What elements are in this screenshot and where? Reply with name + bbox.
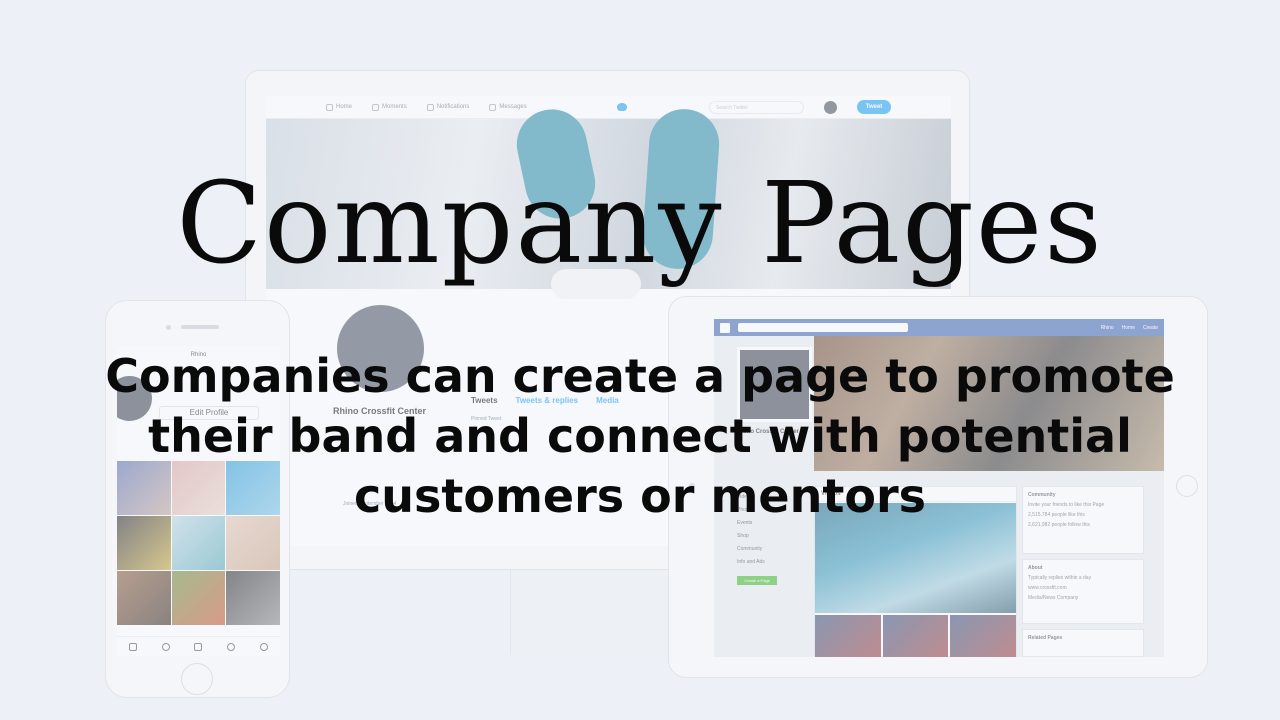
video-thumbnail <box>950 615 1017 657</box>
heart-icon <box>227 642 236 651</box>
nav-moments-label: Moments <box>382 104 407 110</box>
home-icon <box>326 103 333 111</box>
fb-nav-create: Create <box>1142 324 1158 331</box>
envelope-icon <box>489 103 497 111</box>
search-icon <box>161 642 170 651</box>
profile-icon <box>259 642 268 651</box>
fb-nav-home: Home <box>1121 324 1135 331</box>
twitter-search-box: Search Twitter <box>709 100 804 114</box>
create-page-button: Create a Page <box>737 576 777 585</box>
photo-tile <box>171 571 226 625</box>
plus-icon <box>194 642 203 651</box>
video-thumbnails <box>815 615 1017 657</box>
nav-notifications-label: Notifications <box>436 104 470 110</box>
fb-side-link: Shop <box>737 533 749 539</box>
about-line: www.crossfit.com <box>1028 585 1067 591</box>
video-thumbnail <box>882 615 949 657</box>
about-card: About Typically replies within a day www… <box>1022 559 1144 624</box>
phone-camera <box>166 325 171 330</box>
facebook-search-box <box>738 323 908 332</box>
nav-moments: Moments <box>372 103 407 111</box>
fb-side-link: Community <box>737 546 763 552</box>
phone-speaker <box>181 325 219 329</box>
moments-icon <box>372 103 380 111</box>
fb-nav-user: Rhino <box>1100 324 1114 331</box>
slide-subtitle: Companies can create a page to promote t… <box>105 349 1175 523</box>
facebook-top-bar: Rhino Home Create <box>714 319 1164 336</box>
photo-tile <box>226 571 280 625</box>
nav-home: Home <box>326 103 353 111</box>
twitter-nav-bar: Home Moments Notifications Messages Sear… <box>266 96 951 119</box>
instagram-tab-bar <box>117 636 280 656</box>
nav-home-label: Home <box>336 104 353 110</box>
about-line: Media/News Company <box>1028 595 1079 601</box>
related-pages-card: Related Pages <box>1022 629 1144 657</box>
tweet-button: Tweet <box>857 100 891 114</box>
about-line: Typically replies within a day <box>1028 575 1092 581</box>
related-pages-title: Related Pages <box>1028 635 1063 641</box>
twitter-bird-icon <box>616 103 627 111</box>
photo-tile <box>117 571 171 625</box>
monitor-stand <box>510 570 670 655</box>
twitter-avatar <box>824 100 837 114</box>
home-icon <box>129 642 138 651</box>
nav-messages: Messages <box>489 103 527 111</box>
facebook-logo-icon <box>720 322 730 333</box>
fb-side-link: Info and Ads <box>737 559 765 565</box>
bell-icon <box>426 103 434 111</box>
video-thumbnail <box>815 615 881 657</box>
about-title: About <box>1028 565 1043 571</box>
phone-home-button <box>181 663 213 695</box>
slide-title: Company Pages <box>176 159 1104 289</box>
nav-notifications: Notifications <box>426 103 470 111</box>
nav-messages-label: Messages <box>499 104 527 110</box>
